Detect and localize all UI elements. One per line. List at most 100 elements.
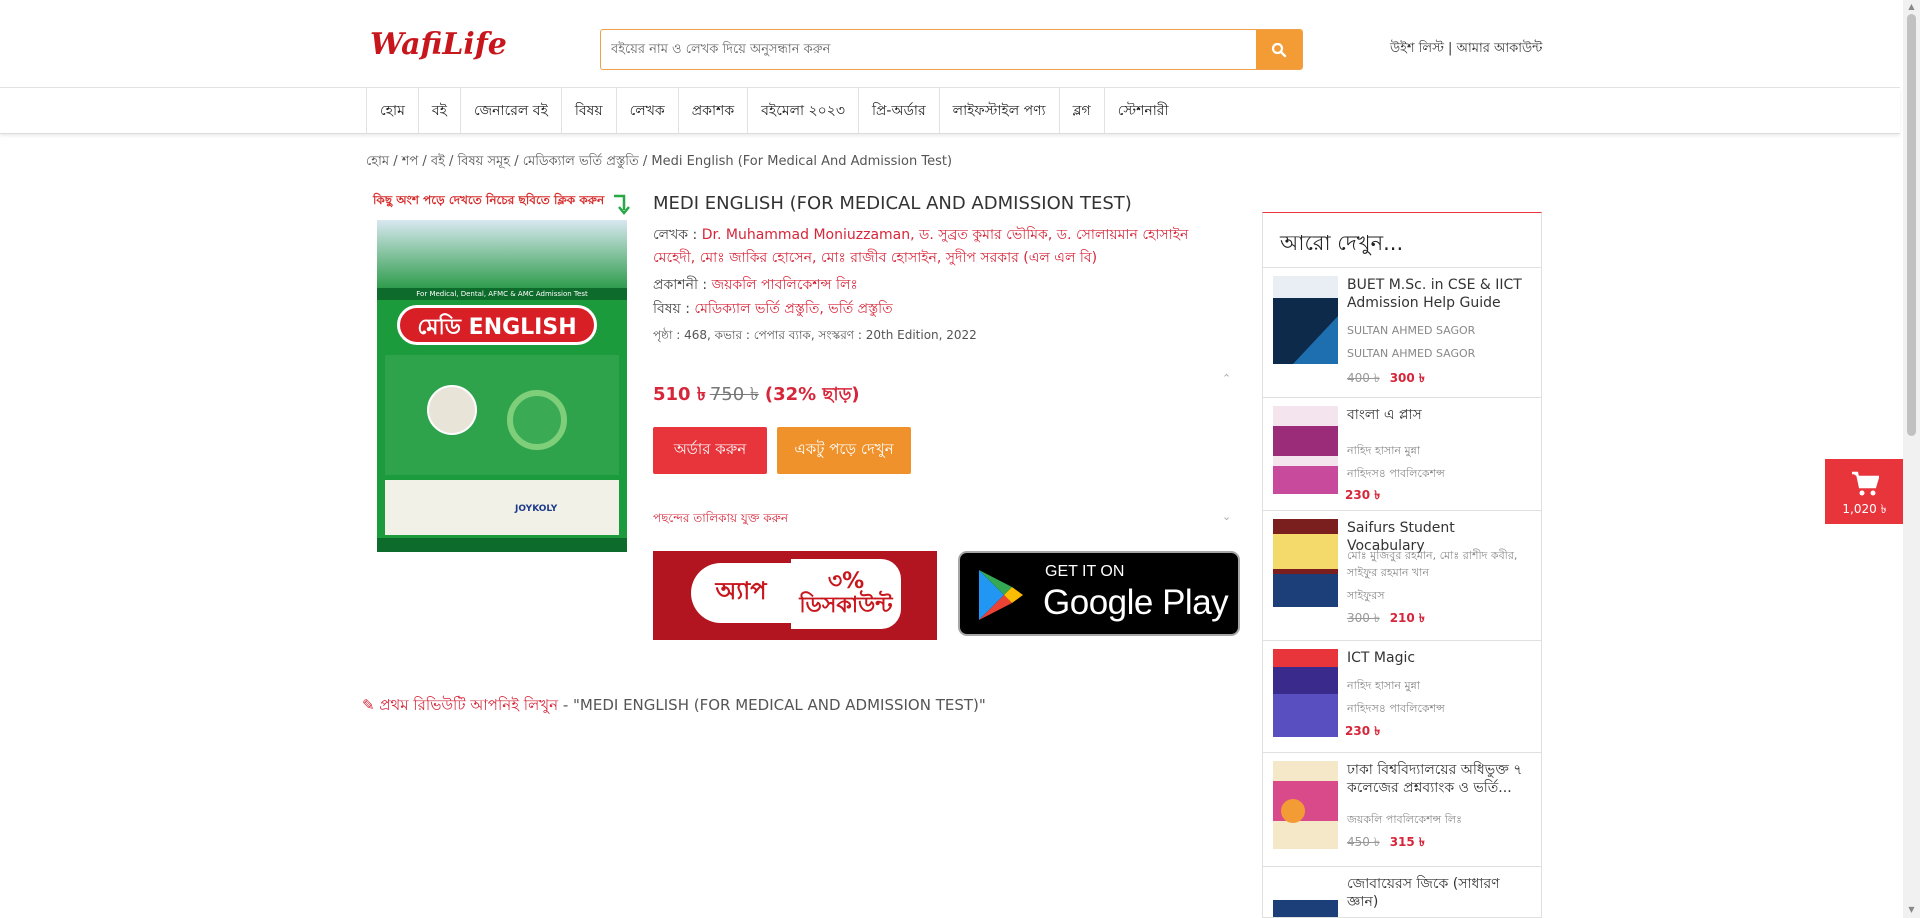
book-thumbnail: [1273, 519, 1338, 607]
preview-hint: কিছু অংশ পড়ে দেখতে নিচের ছবিতে ক্লিক কর…: [373, 193, 605, 207]
order-button[interactable]: অর্ডার করুন: [653, 427, 767, 474]
promo-discount-text: ৩% ডিসকাউন্ট: [791, 559, 901, 629]
scroll-down-icon[interactable]: ▼: [1907, 905, 1916, 914]
site-header: WafiLife উইশ লিস্ট | আমার আকাউন্ট: [0, 0, 1900, 88]
subject-links[interactable]: মেডিক্যাল ভর্তি প্রস্তুতি, ভর্তি প্রস্তু…: [694, 301, 892, 317]
read-preview-button[interactable]: একটু পড়ে দেখুন: [777, 427, 911, 474]
item-publisher: সাইফুরস: [1347, 589, 1385, 602]
item-author-cont: সাইফুর রহমান খান: [1347, 566, 1429, 579]
write-review-link[interactable]: ✎ প্রথম রিভিউটি আপনিই লিখুন - "MEDI ENGL…: [362, 694, 986, 719]
cart-total: 1,020 ৳: [1842, 502, 1887, 516]
search-button[interactable]: [1256, 30, 1302, 69]
book-cover-image[interactable]: For Medical, Dental, AFMC & AMC Admissio…: [377, 220, 627, 552]
sidebar-heading: আরো দেখুন...: [1263, 213, 1541, 268]
product-publisher: প্রকাশনী : জয়কলি পাবলিকেশন্স লিঃ: [653, 274, 858, 297]
item-title: জোবায়েরস জিকে (সাধারণ জ্ঞান): [1347, 876, 1500, 910]
list-item[interactable]: Saifurs Student Vocabulary মোঃ মুজিবুর র…: [1263, 511, 1541, 641]
cart-icon: [1852, 471, 1879, 496]
publisher-label: প্রকাশনী :: [653, 277, 712, 293]
arrow-down-icon: [614, 194, 630, 215]
old-price: 750 ৳: [709, 384, 759, 405]
wafilife-logo[interactable]: WafiLife: [368, 16, 507, 72]
wishlist-link[interactable]: উইশ লিস্ট: [1390, 41, 1444, 56]
item-new-price: 300 ৳: [1389, 371, 1425, 385]
account-link[interactable]: আমার আকাউন্ট: [1457, 41, 1543, 56]
book-thumbnail: [1273, 649, 1338, 737]
page-scrollbar[interactable]: ▲ ▼: [1903, 0, 1920, 918]
item-new-price: 230 ৳: [1345, 724, 1381, 738]
book-thumbnail: [1273, 406, 1338, 494]
item-new-price: 230 ৳: [1345, 488, 1381, 502]
nav-item-pre-order[interactable]: প্রি-অর্ডার: [857, 88, 939, 133]
nav-item-book-fair[interactable]: বইমেলা ২০২৩: [747, 88, 858, 133]
google-play-icon: [979, 570, 1023, 620]
edit-icon: ✎: [362, 696, 375, 714]
item-price: 450 ৳ 315 ৳: [1347, 834, 1425, 854]
current-price: 510 ৳: [653, 384, 706, 405]
product-details: পৃষ্ঠা : 468, কভার : পেপার ব্যাক, সংস্কর…: [653, 328, 977, 342]
item-publisher: নাহিদস৪ পাবলিকেশন্স: [1347, 467, 1445, 480]
chevron-up-icon[interactable]: ⌃: [1222, 372, 1231, 385]
item-author: নাহিদ হাসান মুন্না: [1347, 444, 1421, 457]
promo-app-text: অ্যাপ: [691, 563, 791, 623]
chevron-down-icon[interactable]: ⌄: [1222, 510, 1231, 523]
cover-publisher-logo: JOYKOLY: [515, 504, 558, 514]
list-item[interactable]: ঢাকা বিশ্ববিদ্যালয়ের অধিভুক্ত ৭ কলেজের …: [1263, 753, 1541, 867]
scrollbar-thumb[interactable]: [1907, 14, 1916, 436]
list-item[interactable]: বাংলা এ প্লাস নাহিদ হাসান মুন্না নাহিদস৪…: [1263, 398, 1541, 511]
item-publisher: জয়কলি পাবলিকেশন্স লিঃ: [1347, 813, 1462, 826]
item-new-price: 315 ৳: [1389, 835, 1425, 849]
list-item[interactable]: BUET M.Sc. in CSE & IICT Admission Help …: [1263, 268, 1541, 398]
account-links: উইশ লিস্ট | আমার আকাউন্ট: [1390, 39, 1542, 60]
floating-cart-button[interactable]: 1,020 ৳: [1825, 459, 1904, 524]
google-play-badge[interactable]: GET IT ON Google Play: [958, 551, 1240, 636]
list-item[interactable]: ICT Magic নাহিদ হাসান মুন্না নাহিদস৪ পাব…: [1263, 641, 1541, 753]
subject-label: বিষয় :: [653, 301, 695, 317]
logo-text: WafiLife: [370, 26, 507, 62]
item-publisher: নাহিদস৪ পাবলিকেশন্স: [1347, 702, 1445, 715]
item-old-price: 400 ৳: [1347, 371, 1380, 385]
item-publisher: SULTAN AHMED SAGOR: [1347, 347, 1476, 360]
nav-item-authors[interactable]: লেখক: [615, 88, 678, 133]
nav-item-general-books[interactable]: জেনারেল বই: [459, 88, 561, 133]
book-thumbnail: [1273, 276, 1338, 364]
list-item[interactable]: জোবায়েরস জিকে (সাধারণ জ্ঞান): [1263, 867, 1541, 917]
cover-title: মেডি ENGLISH: [397, 305, 597, 345]
discount-badge: (32% ছাড়): [764, 384, 860, 405]
scroll-up-icon[interactable]: ▲: [1907, 2, 1916, 11]
nav-item-books[interactable]: বই: [417, 88, 460, 133]
app-discount-banner[interactable]: অ্যাপ ৩% ডিসকাউন্ট: [653, 551, 937, 640]
item-author: নাহিদ হাসান মুন্না: [1347, 679, 1421, 692]
product-price: 510 ৳ 750 ৳ (32% ছাড়): [653, 380, 860, 411]
cover-band: For Medical, Dental, AFMC & AMC Admissio…: [377, 288, 627, 300]
item-author: SULTAN AHMED SAGOR: [1347, 324, 1476, 337]
breadcrumb[interactable]: হোম / শপ / বই / বিষয় সমূহ / মেডিক্যাল ভ…: [366, 152, 952, 173]
review-link-text: প্রথম রিভিউটি আপনিই লিখুন: [379, 696, 559, 714]
nav-item-subjects[interactable]: বিষয়: [560, 88, 616, 133]
item-title: ঢাকা বিশ্ববিদ্যালয়ের অধিভুক্ত ৭ কলেজের …: [1347, 762, 1523, 796]
nav-item-blog[interactable]: ব্লগ: [1058, 88, 1104, 133]
item-price: 400 ৳ 300 ৳: [1347, 370, 1425, 390]
item-title: ICT Magic: [1347, 650, 1416, 666]
product-subjects: বিষয় : মেডিক্যাল ভর্তি প্রস্তুতি, ভর্তি…: [653, 298, 893, 321]
book-thumbnail: [1273, 875, 1338, 917]
link-separator: |: [1443, 41, 1457, 56]
author-links[interactable]: Dr. Muhammad Moniuzzaman, ড. সুব্রত কুমা…: [653, 227, 1188, 266]
search-input[interactable]: [601, 30, 1256, 69]
book-thumbnail: [1273, 761, 1338, 849]
author-label: লেখক :: [653, 227, 702, 243]
cover-faces-image: [427, 385, 477, 435]
search-icon: [1271, 42, 1287, 57]
nav-item-home[interactable]: হোম: [366, 88, 418, 133]
item-old-price: 450 ৳: [1347, 835, 1380, 849]
publisher-link[interactable]: জয়কলি পাবলিকেশন্স লিঃ: [712, 277, 858, 293]
nav-item-stationery[interactable]: স্টেশনারী: [1103, 88, 1182, 133]
product-title: MEDI ENGLISH (FOR MEDICAL AND ADMISSION …: [653, 193, 1132, 214]
item-title: বাংলা এ প্লাস: [1347, 407, 1422, 423]
search-bar: [600, 29, 1303, 70]
review-product-name: - "MEDI ENGLISH (FOR MEDICAL AND ADMISSI…: [558, 696, 986, 714]
add-to-wishlist-link[interactable]: পছন্দের তালিকায় যুক্ত করুন: [653, 510, 788, 530]
nav-item-publishers[interactable]: প্রকাশক: [677, 88, 747, 133]
nav-item-lifestyle[interactable]: লাইফস্টাইল পণ্য: [938, 88, 1059, 133]
item-old-price: 300 ৳: [1347, 611, 1380, 625]
